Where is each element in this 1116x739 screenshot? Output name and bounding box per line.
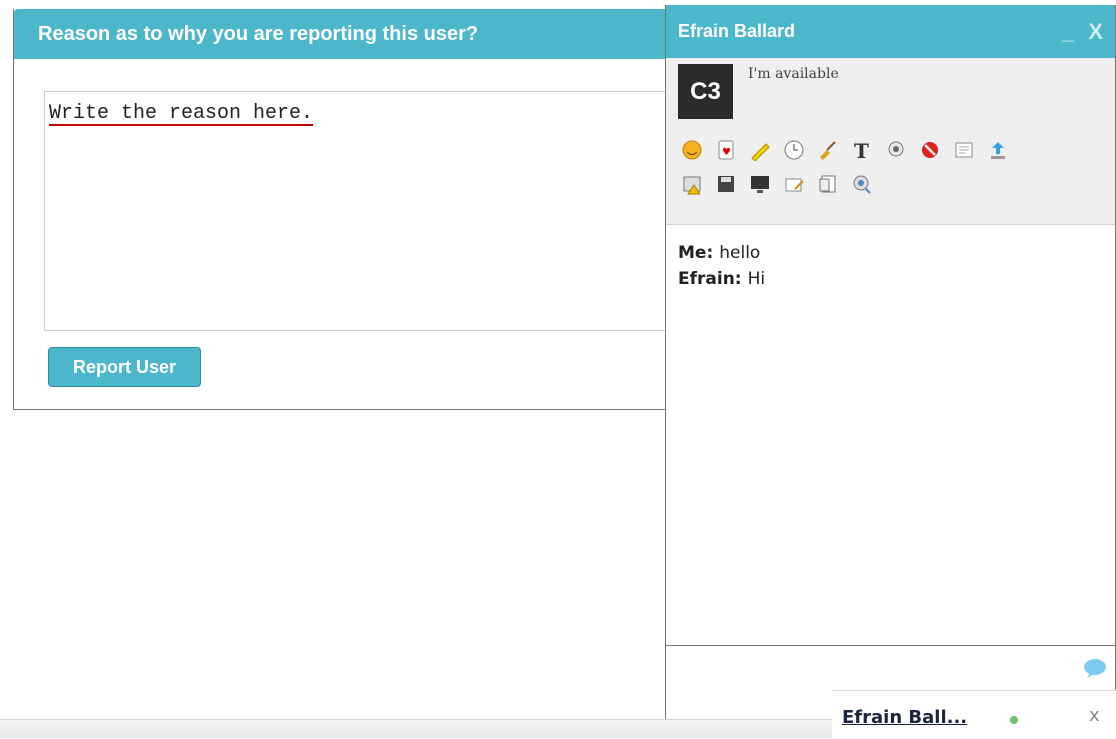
chat-window-controls[interactable]: _ X (1062, 5, 1107, 58)
minimized-chat-tab[interactable]: Efrain Ball... x (832, 690, 1116, 739)
bottom-bar (0, 719, 832, 738)
report-reason-textarea[interactable]: Write the reason here. (44, 91, 684, 331)
message: Efrain: Hi (678, 266, 765, 292)
chat-input-divider (666, 645, 1116, 646)
block-icon[interactable] (916, 136, 944, 164)
report-dialog-title: Reason as to why you are reporting this … (14, 9, 672, 59)
transcript-icon[interactable] (950, 136, 978, 164)
calendar-warning-icon[interactable] (678, 170, 706, 198)
notes-icon[interactable] (814, 170, 842, 198)
minimized-chat-name[interactable]: Efrain Ball... (842, 707, 967, 728)
whiteboard-icon[interactable] (780, 170, 808, 198)
svg-text:T: T (854, 139, 869, 161)
report-reason-text: Write the reason here. (49, 102, 314, 125)
chat-info-panel: C3 I'm available ♥ T (666, 58, 1115, 225)
chat-header[interactable]: Efrain Ballard _ X (666, 5, 1115, 58)
chat-window: Efrain Ballard _ X C3 I'm available ♥ T (665, 5, 1116, 722)
close-icon[interactable]: x (1089, 705, 1100, 726)
screen-share-icon[interactable] (746, 170, 774, 198)
report-user-button[interactable]: Report User (48, 347, 201, 387)
message-text: Hi (747, 269, 766, 289)
message: Me: hello (678, 240, 765, 266)
message-text: hello (719, 243, 761, 263)
broom-icon[interactable] (814, 136, 842, 164)
status-text: I'm available (748, 66, 839, 82)
chat-contact-name: Efrain Ballard (678, 21, 796, 41)
text-format-icon[interactable]: T (848, 136, 876, 164)
emoticon-icon[interactable] (678, 136, 706, 164)
svg-text:♥: ♥ (722, 147, 731, 158)
clock-icon[interactable] (780, 136, 808, 164)
webcam-icon[interactable] (882, 136, 910, 164)
message-list: Me: hello Efrain: Hi (678, 240, 765, 292)
video-call-icon[interactable] (848, 170, 876, 198)
chat-bubble-icon[interactable] (1082, 657, 1108, 683)
message-sender: Me: (678, 243, 714, 263)
message-sender: Efrain: (678, 269, 742, 289)
games-icon[interactable]: ♥ (712, 136, 740, 164)
online-status-dot (1010, 716, 1018, 724)
upload-icon[interactable] (984, 136, 1012, 164)
save-icon[interactable] (712, 170, 740, 198)
report-dialog: Reason as to why you are reporting this … (13, 9, 684, 410)
pencil-icon[interactable] (746, 136, 774, 164)
avatar[interactable]: C3 (678, 64, 733, 119)
